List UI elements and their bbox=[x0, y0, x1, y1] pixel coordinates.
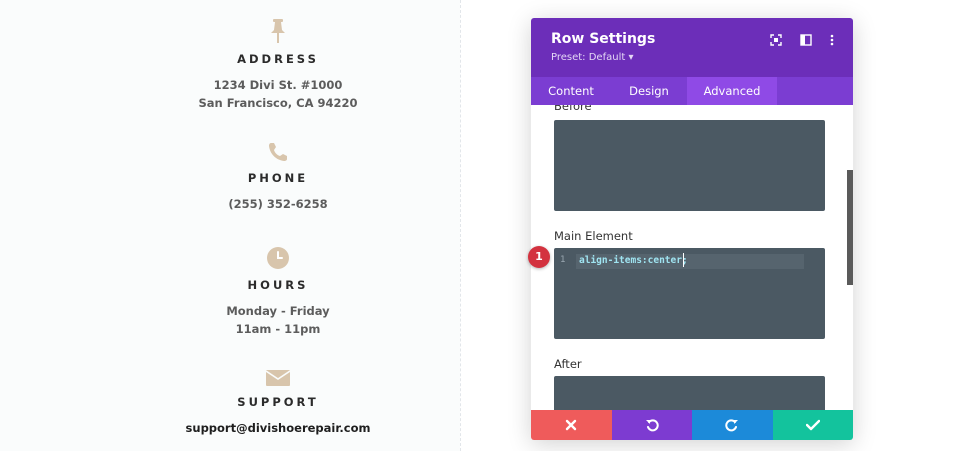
tab-advanced[interactable]: Advanced bbox=[687, 77, 777, 105]
phone-heading: PHONE bbox=[247, 171, 309, 185]
before-css-editor[interactable] bbox=[554, 120, 825, 211]
column-divider bbox=[460, 0, 461, 451]
row-settings-modal: Row Settings Preset: Default ▾ Content D… bbox=[531, 18, 853, 440]
discard-button[interactable] bbox=[531, 410, 612, 440]
close-icon bbox=[566, 419, 577, 431]
address-block: ADDRESS 1234 Divi St. #1000 San Francisc… bbox=[0, 18, 556, 112]
preset-selector[interactable]: Preset: Default ▾ bbox=[551, 52, 634, 63]
main-element-label: Main Element bbox=[554, 229, 633, 243]
support-block: SUPPORT support@divishoerepair.com bbox=[0, 369, 556, 437]
settings-body: Before Main Element 1 align-items:center… bbox=[531, 105, 853, 410]
more-options-icon[interactable] bbox=[825, 32, 839, 46]
phone-number: (255) 352-6258 bbox=[228, 197, 328, 211]
redo-button[interactable] bbox=[692, 410, 773, 440]
phone-icon bbox=[0, 141, 556, 163]
step-badge: 1 bbox=[528, 246, 550, 268]
fullscreen-icon[interactable] bbox=[769, 32, 783, 46]
modal-header[interactable]: Row Settings Preset: Default ▾ bbox=[531, 18, 853, 77]
code-text[interactable]: align-items:center; bbox=[579, 255, 688, 266]
support-heading: SUPPORT bbox=[237, 395, 319, 409]
modal-footer bbox=[531, 410, 853, 440]
contact-column: ADDRESS 1234 Divi St. #1000 San Francisc… bbox=[0, 0, 460, 451]
split-view-icon[interactable] bbox=[799, 32, 813, 46]
address-line-1: 1234 Divi St. #1000 bbox=[213, 78, 343, 92]
after-label: After bbox=[554, 357, 582, 371]
hours-days: Monday - Friday bbox=[226, 304, 330, 318]
checkmark-icon bbox=[805, 419, 820, 431]
before-label: Before bbox=[554, 105, 592, 113]
hours-heading: HOURS bbox=[247, 278, 309, 292]
clock-icon bbox=[0, 246, 556, 270]
address-heading: ADDRESS bbox=[237, 52, 319, 66]
address-line-2: San Francisco, CA 94220 bbox=[198, 96, 358, 110]
hours-block: HOURS Monday - Friday 11am - 11pm bbox=[0, 246, 556, 338]
line-number: 1 bbox=[560, 255, 566, 265]
chevron-down-icon: ▾ bbox=[628, 52, 634, 63]
tab-design[interactable]: Design bbox=[611, 77, 687, 105]
preset-label: Preset: Default bbox=[551, 52, 626, 63]
phone-block: PHONE (255) 352-6258 bbox=[0, 141, 556, 213]
hours-time: 11am - 11pm bbox=[235, 322, 321, 336]
modal-title: Row Settings bbox=[551, 31, 656, 47]
pushpin-icon bbox=[0, 18, 556, 44]
text-caret bbox=[683, 253, 684, 267]
main-element-css-editor[interactable]: 1 align-items:center; bbox=[554, 248, 825, 339]
after-css-editor[interactable] bbox=[554, 376, 825, 410]
envelope-icon bbox=[0, 369, 556, 387]
settings-tabs: Content Design Advanced bbox=[531, 77, 853, 105]
redo-icon bbox=[725, 419, 739, 432]
undo-button[interactable] bbox=[611, 410, 692, 440]
scrollbar-thumb[interactable] bbox=[847, 170, 853, 285]
undo-icon bbox=[645, 419, 659, 432]
save-button[interactable] bbox=[772, 410, 853, 440]
support-email[interactable]: support@divishoerepair.com bbox=[0, 419, 556, 437]
tab-content[interactable]: Content bbox=[531, 77, 611, 105]
